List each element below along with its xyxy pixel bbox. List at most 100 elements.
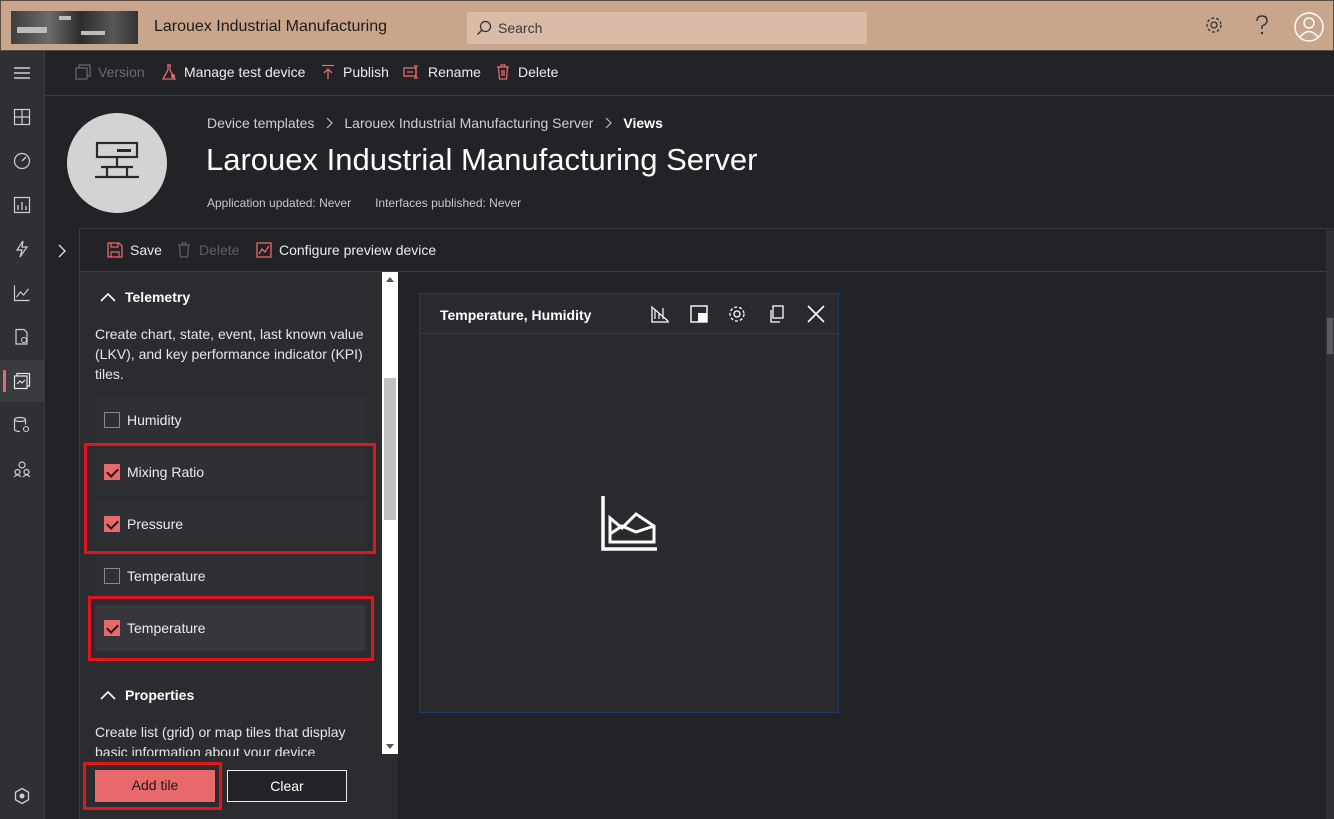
divider: [80, 228, 1334, 229]
nav-administration[interactable]: [0, 448, 45, 490]
scrollbar-thumb[interactable]: [1327, 318, 1333, 354]
save-label: Save: [130, 242, 162, 258]
delete-label: Delete: [518, 64, 559, 80]
nav-devices[interactable]: [0, 140, 45, 182]
tile-header: Temperature, Humidity: [420, 294, 838, 334]
scrollbar-thumb[interactable]: [384, 378, 396, 520]
checkbox[interactable]: [104, 412, 120, 428]
tile-size-icon[interactable]: [690, 305, 708, 323]
app-logo[interactable]: [11, 11, 138, 44]
gear-icon[interactable]: [728, 305, 746, 323]
rename-button[interactable]: Rename: [403, 64, 481, 80]
page-scrollbar[interactable]: [1326, 230, 1334, 819]
people-icon: [13, 461, 31, 478]
expand-panel-button[interactable]: [45, 228, 80, 819]
breadcrumb: Device templates Larouex Industrial Manu…: [207, 115, 663, 131]
nav-settings-hub[interactable]: [0, 775, 45, 817]
version-label: Version: [98, 64, 145, 80]
preview-tile[interactable]: Temperature, Humidity: [419, 293, 839, 713]
preview-chart-icon: [256, 242, 272, 258]
page-meta: Application updated: Never Interfaces pu…: [207, 196, 521, 210]
device-template-avatar: [67, 113, 167, 213]
rename-icon: [403, 65, 418, 79]
properties-description: Create list (grid) or map tiles that dis…: [95, 724, 346, 756]
app-title[interactable]: Larouex Industrial Manufacturing: [154, 18, 387, 36]
delete-view-label: Delete: [199, 242, 240, 258]
area-chart-icon: [601, 496, 657, 551]
line-chart-icon: [13, 285, 30, 302]
chart-type-icon[interactable]: [650, 305, 670, 323]
tile-title: Temperature, Humidity: [440, 307, 592, 323]
telemetry-item[interactable]: Humidity: [95, 397, 365, 443]
document-gear-icon: [15, 328, 28, 345]
highlight-box: [84, 443, 376, 554]
device-template-icon: [13, 372, 31, 390]
hexagon-gear-icon: [14, 787, 30, 805]
flask-icon: [161, 64, 177, 80]
nav-rules[interactable]: [0, 228, 45, 270]
checkbox[interactable]: [104, 568, 120, 584]
chevron-right-icon: [326, 117, 334, 129]
help-icon[interactable]: [1253, 15, 1271, 35]
breadcrumb-current: Views: [623, 115, 663, 131]
configure-preview-device-label: Configure preview device: [279, 242, 437, 258]
command-bar: Version Manage test device Publish Renam…: [45, 51, 1334, 96]
nav-dashboard[interactable]: [0, 96, 45, 138]
application-updated: Application updated: Never: [207, 196, 352, 210]
delete-button[interactable]: Delete: [495, 64, 558, 80]
chevron-right-icon: [58, 244, 66, 258]
clear-button[interactable]: Clear: [227, 770, 347, 802]
telemetry-description: Create chart, state, event, last known v…: [95, 326, 364, 382]
version-button[interactable]: Version: [75, 64, 145, 80]
search-input[interactable]: Search: [498, 20, 542, 36]
save-button[interactable]: Save: [107, 242, 162, 258]
chevron-up-icon: [100, 690, 116, 700]
bar-chart-icon: [13, 196, 31, 214]
highlight-box: [88, 596, 374, 661]
gauge-icon: [13, 152, 31, 170]
left-navigation: [0, 51, 45, 819]
interfaces-published: Interfaces published: Never: [375, 196, 522, 210]
chevron-right-icon: [605, 117, 613, 129]
hamburger-icon: [14, 67, 30, 79]
database-gear-icon: [13, 416, 30, 433]
breadcrumb-template[interactable]: Larouex Industrial Manufacturing Server: [344, 115, 593, 131]
add-tile-button[interactable]: Add tile: [95, 770, 215, 802]
properties-section-header[interactable]: Properties: [100, 687, 194, 703]
nav-jobs[interactable]: [0, 316, 45, 358]
panel-scrollbar[interactable]: [382, 272, 398, 754]
scroll-down-arrow[interactable]: [386, 744, 394, 749]
telemetry-item-label: Humidity: [127, 412, 182, 428]
trash-icon: [178, 242, 190, 258]
properties-heading: Properties: [125, 687, 195, 703]
account-icon[interactable]: [1294, 12, 1324, 42]
chevron-up-icon: [100, 292, 116, 302]
manage-test-device-label: Manage test device: [184, 64, 306, 80]
hamburger-menu-button[interactable]: [0, 52, 45, 94]
telemetry-section-header[interactable]: Telemetry: [100, 289, 190, 305]
telemetry-item-label: Temperature: [127, 568, 206, 584]
server-icon: [95, 141, 139, 179]
telemetry-heading: Telemetry: [125, 289, 191, 305]
configure-preview-device-button[interactable]: Configure preview device: [256, 242, 436, 258]
close-icon[interactable]: [807, 305, 825, 323]
manage-test-device-button[interactable]: Manage test device: [161, 64, 305, 80]
nav-device-templates[interactable]: [0, 360, 45, 402]
gear-icon[interactable]: [1204, 15, 1224, 35]
search-icon: [477, 20, 492, 35]
scroll-up-arrow[interactable]: [386, 277, 394, 282]
nav-data-export[interactable]: [0, 404, 45, 446]
nav-analytics[interactable]: [0, 272, 45, 314]
version-icon: [75, 64, 91, 80]
copy-icon[interactable]: [768, 305, 786, 323]
trash-icon: [497, 64, 509, 80]
telemetry-item[interactable]: Temperature: [95, 553, 365, 599]
rename-label: Rename: [428, 64, 481, 80]
delete-view-button[interactable]: Delete: [176, 242, 239, 258]
search-box[interactable]: Search: [467, 12, 867, 44]
dashboard-icon: [13, 108, 31, 126]
publish-button[interactable]: Publish: [320, 64, 389, 80]
publish-label: Publish: [343, 64, 389, 80]
nav-device-groups[interactable]: [0, 184, 45, 226]
breadcrumb-device-templates[interactable]: Device templates: [207, 115, 314, 131]
